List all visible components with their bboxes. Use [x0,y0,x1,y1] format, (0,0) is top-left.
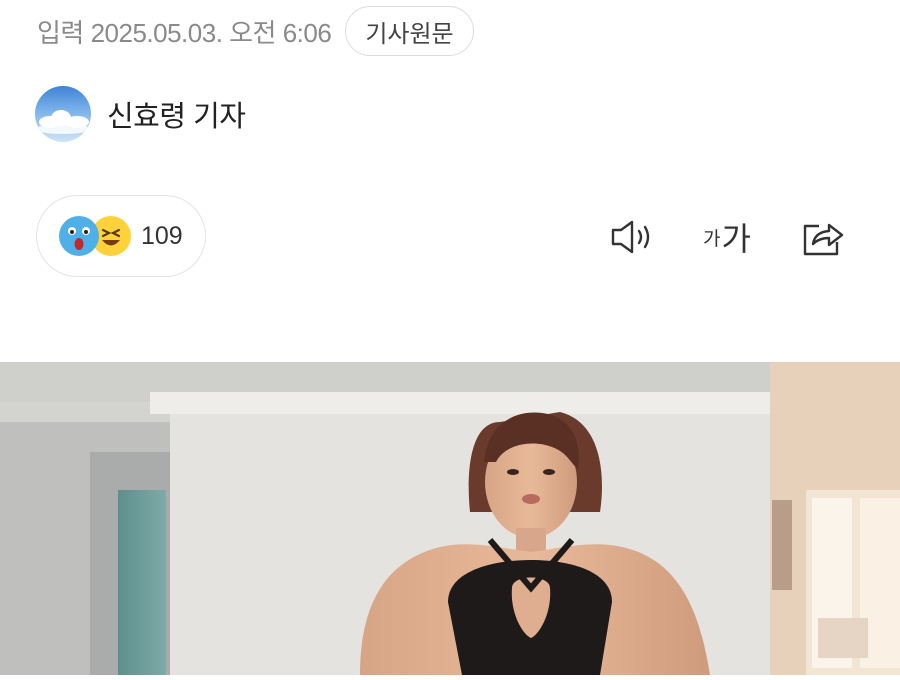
share-icon[interactable] [797,212,849,262]
article-meta-row: 입력 2025.05.03. 오전 6:06 기사원문 [37,4,474,58]
published-date: 입력 2025.05.03. 오전 6:06 [37,17,332,48]
font-size-button[interactable]: 가 가 [697,212,757,262]
surprised-face-icon [59,216,99,256]
reaction-button[interactable]: 109 [36,195,206,277]
speaker-icon[interactable] [606,212,658,262]
reporter-name[interactable]: 신효령 기자 [107,93,246,135]
article-photo [0,362,900,675]
font-size-large-label: 가 [721,221,751,257]
reporter-byline[interactable]: 신효령 기자 [35,86,246,142]
reaction-count: 109 [141,221,183,250]
font-size-small-label: 가 [703,228,721,250]
original-article-button[interactable]: 기사원문 [345,6,474,56]
avatar[interactable] [35,86,91,142]
